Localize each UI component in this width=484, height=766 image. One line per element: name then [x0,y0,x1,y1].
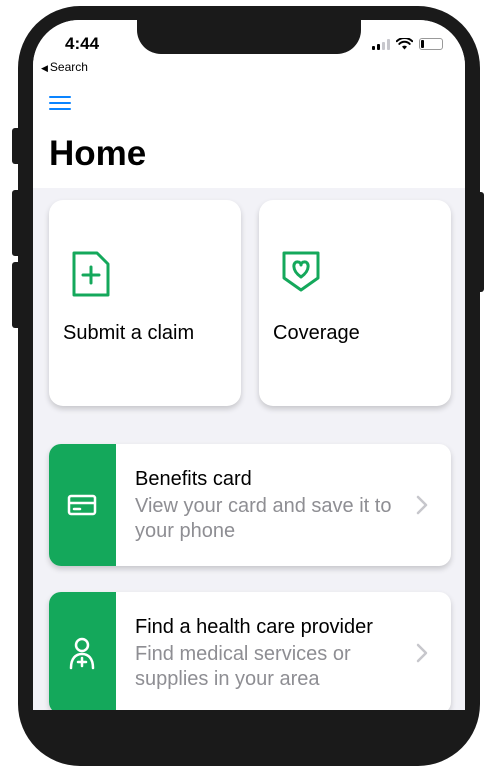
coverage-label: Coverage [273,322,360,344]
battery-icon [419,38,443,50]
benefits-card-subtitle: View your card and save it to your phone [135,495,392,542]
card-icon [67,494,97,516]
submit-claim-label: Submit a claim [63,322,195,344]
find-provider-title: Find a health care provider [135,616,373,638]
benefits-card-title: Benefits card [135,468,252,490]
menu-icon[interactable] [49,96,71,112]
find-provider-subtitle: Find medical services or supplies in you… [135,643,351,690]
wifi-icon [396,38,413,50]
back-to-search-link[interactable]: ◀ Search [41,60,88,74]
chevron-right-icon [416,643,428,663]
coverage-tile[interactable]: Coverage [259,200,451,406]
submit-claim-tile[interactable]: Submit a claim [49,200,241,406]
app-screen: 4:44 ◀ Search Home Submit a claim Covera… [33,20,465,710]
status-icons [372,38,443,50]
card-accent-strip [49,592,116,710]
benefits-card-row[interactable]: Benefits card View your card and save it… [49,444,451,566]
chevron-right-icon [416,495,428,515]
back-triangle-icon: ◀ [41,63,48,73]
back-label: Search [49,60,88,74]
card-accent-strip [49,444,116,566]
shield-heart-icon [282,251,320,292]
provider-icon [69,637,95,670]
notch [137,20,361,54]
page-title: Home [49,134,147,173]
status-time: 4:44 [65,34,100,53]
find-provider-row[interactable]: Find a health care provider Find medical… [49,592,451,710]
file-plus-icon [72,251,110,297]
cellular-signal-icon [372,38,390,50]
